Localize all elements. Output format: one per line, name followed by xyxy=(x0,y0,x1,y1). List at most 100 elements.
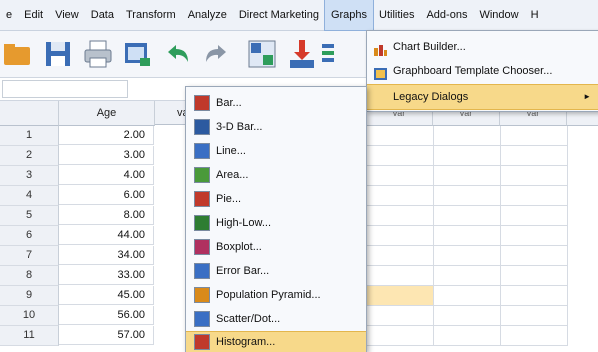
cell-name-box[interactable] xyxy=(2,80,128,98)
menu-utilities[interactable]: Utilities xyxy=(373,0,420,30)
goto-variable-icon[interactable] xyxy=(286,38,318,70)
legacy-item-bar[interactable]: Bar... xyxy=(186,91,366,115)
dialog-recall-icon[interactable] xyxy=(122,38,154,70)
empty-cell[interactable] xyxy=(366,166,434,186)
legacy-item-boxplot[interactable]: Boxplot... xyxy=(186,235,366,259)
row-number[interactable]: 1 xyxy=(0,126,59,146)
submenu-arrow-icon: ► xyxy=(583,92,591,101)
age-cell[interactable]: 2.00 xyxy=(59,126,154,145)
empty-cell[interactable] xyxy=(366,186,434,206)
empty-cell[interactable] xyxy=(433,146,501,166)
age-cell[interactable]: 4.00 xyxy=(59,166,154,185)
selected-cell[interactable] xyxy=(366,286,434,306)
row-number[interactable]: 2 xyxy=(0,146,59,166)
row-number[interactable]: 4 xyxy=(0,186,59,206)
empty-cell[interactable] xyxy=(366,306,434,326)
redo-icon[interactable] xyxy=(200,38,232,70)
variables-icon[interactable] xyxy=(322,38,334,70)
column-header-age[interactable]: Age xyxy=(59,101,155,126)
row-number[interactable]: 3 xyxy=(0,166,59,186)
menu-file[interactable]: e xyxy=(0,0,18,30)
empty-cell[interactable] xyxy=(366,326,434,346)
age-cell[interactable]: 33.00 xyxy=(59,266,154,285)
empty-cell[interactable] xyxy=(500,206,568,226)
row-number[interactable]: 10 xyxy=(0,306,59,326)
row-number[interactable]: 6 xyxy=(0,226,59,246)
menu-data[interactable]: Data xyxy=(85,0,120,30)
empty-cell[interactable] xyxy=(433,286,501,306)
error-bar-icon xyxy=(194,263,210,279)
legacy-item-histogram[interactable]: Histogram... xyxy=(186,331,366,352)
empty-cell[interactable] xyxy=(433,206,501,226)
row-number[interactable]: 11 xyxy=(0,326,59,346)
legacy-item-error-bar[interactable]: Error Bar... xyxy=(186,259,366,283)
legacy-item-high-low[interactable]: High-Low... xyxy=(186,211,366,235)
legacy-item-population-pyramid[interactable]: Population Pyramid... xyxy=(186,283,366,307)
legacy-item-area[interactable]: Area... xyxy=(186,163,366,187)
bar-chart-icon xyxy=(194,95,210,111)
empty-cell[interactable] xyxy=(500,246,568,266)
age-cell[interactable]: 56.00 xyxy=(59,306,154,325)
goto-case-icon[interactable] xyxy=(246,38,278,70)
menu-window[interactable]: Window xyxy=(473,0,524,30)
empty-cell[interactable] xyxy=(500,166,568,186)
legacy-item-3d-bar[interactable]: 3-D Bar... xyxy=(186,115,366,139)
menu-graphs[interactable]: Graphs xyxy=(323,0,375,31)
menu-analyze[interactable]: Analyze xyxy=(182,0,233,30)
save-icon[interactable] xyxy=(42,38,74,70)
empty-cell[interactable] xyxy=(500,306,568,326)
age-cell[interactable]: 6.00 xyxy=(59,186,154,205)
empty-cell[interactable] xyxy=(433,306,501,326)
chart-builder-item[interactable]: Chart Builder... xyxy=(367,35,598,59)
menu-view[interactable]: View xyxy=(49,0,85,30)
row-number[interactable]: 9 xyxy=(0,286,59,306)
empty-cell[interactable] xyxy=(500,266,568,286)
row-header-corner[interactable] xyxy=(0,101,59,126)
empty-cell[interactable] xyxy=(500,186,568,206)
age-cell[interactable]: 57.00 xyxy=(59,326,154,345)
legacy-dialogs-item[interactable]: Legacy Dialogs ► xyxy=(367,84,598,110)
empty-cell[interactable] xyxy=(433,246,501,266)
empty-cell[interactable] xyxy=(433,126,501,146)
menu-direct-marketing[interactable]: Direct Marketing xyxy=(233,0,325,30)
empty-cell[interactable] xyxy=(366,206,434,226)
empty-cell[interactable] xyxy=(366,266,434,286)
empty-cell[interactable] xyxy=(366,226,434,246)
legacy-item-pie[interactable]: Pie... xyxy=(186,187,366,211)
empty-cell[interactable] xyxy=(366,246,434,266)
empty-cell[interactable] xyxy=(366,146,434,166)
empty-cell[interactable] xyxy=(433,326,501,346)
empty-cell[interactable] xyxy=(433,226,501,246)
row-number[interactable]: 5 xyxy=(0,206,59,226)
empty-cell[interactable] xyxy=(500,286,568,306)
population-pyramid-icon xyxy=(194,287,210,303)
menu-transform[interactable]: Transform xyxy=(120,0,182,30)
empty-cell[interactable] xyxy=(500,126,568,146)
row-number[interactable]: 8 xyxy=(0,266,59,286)
legacy-item-label: Pie... xyxy=(216,193,242,205)
empty-cell[interactable] xyxy=(500,326,568,346)
age-cell[interactable]: 3.00 xyxy=(59,146,154,165)
menu-add-ons[interactable]: Add-ons xyxy=(420,0,473,30)
print-icon[interactable] xyxy=(82,38,114,70)
age-cell[interactable]: 45.00 xyxy=(59,286,154,305)
legacy-item-line[interactable]: Line... xyxy=(186,139,366,163)
undo-icon[interactable] xyxy=(162,38,194,70)
boxplot-icon xyxy=(194,239,210,255)
chart-builder-icon xyxy=(374,41,387,56)
legacy-item-scatter-dot[interactable]: Scatter/Dot... xyxy=(186,307,366,331)
empty-cell[interactable] xyxy=(500,226,568,246)
row-number[interactable]: 7 xyxy=(0,246,59,266)
empty-cell[interactable] xyxy=(366,126,434,146)
empty-cell[interactable] xyxy=(433,266,501,286)
graphboard-template-chooser-item[interactable]: Graphboard Template Chooser... xyxy=(367,59,598,83)
empty-cell[interactable] xyxy=(433,186,501,206)
open-folder-icon[interactable] xyxy=(2,38,34,70)
menu-edit[interactable]: Edit xyxy=(18,0,49,30)
age-cell[interactable]: 8.00 xyxy=(59,206,154,225)
menu-help[interactable]: H xyxy=(525,0,545,30)
age-cell[interactable]: 44.00 xyxy=(59,226,154,245)
age-cell[interactable]: 34.00 xyxy=(59,246,154,265)
empty-cell[interactable] xyxy=(500,146,568,166)
empty-cell[interactable] xyxy=(433,166,501,186)
